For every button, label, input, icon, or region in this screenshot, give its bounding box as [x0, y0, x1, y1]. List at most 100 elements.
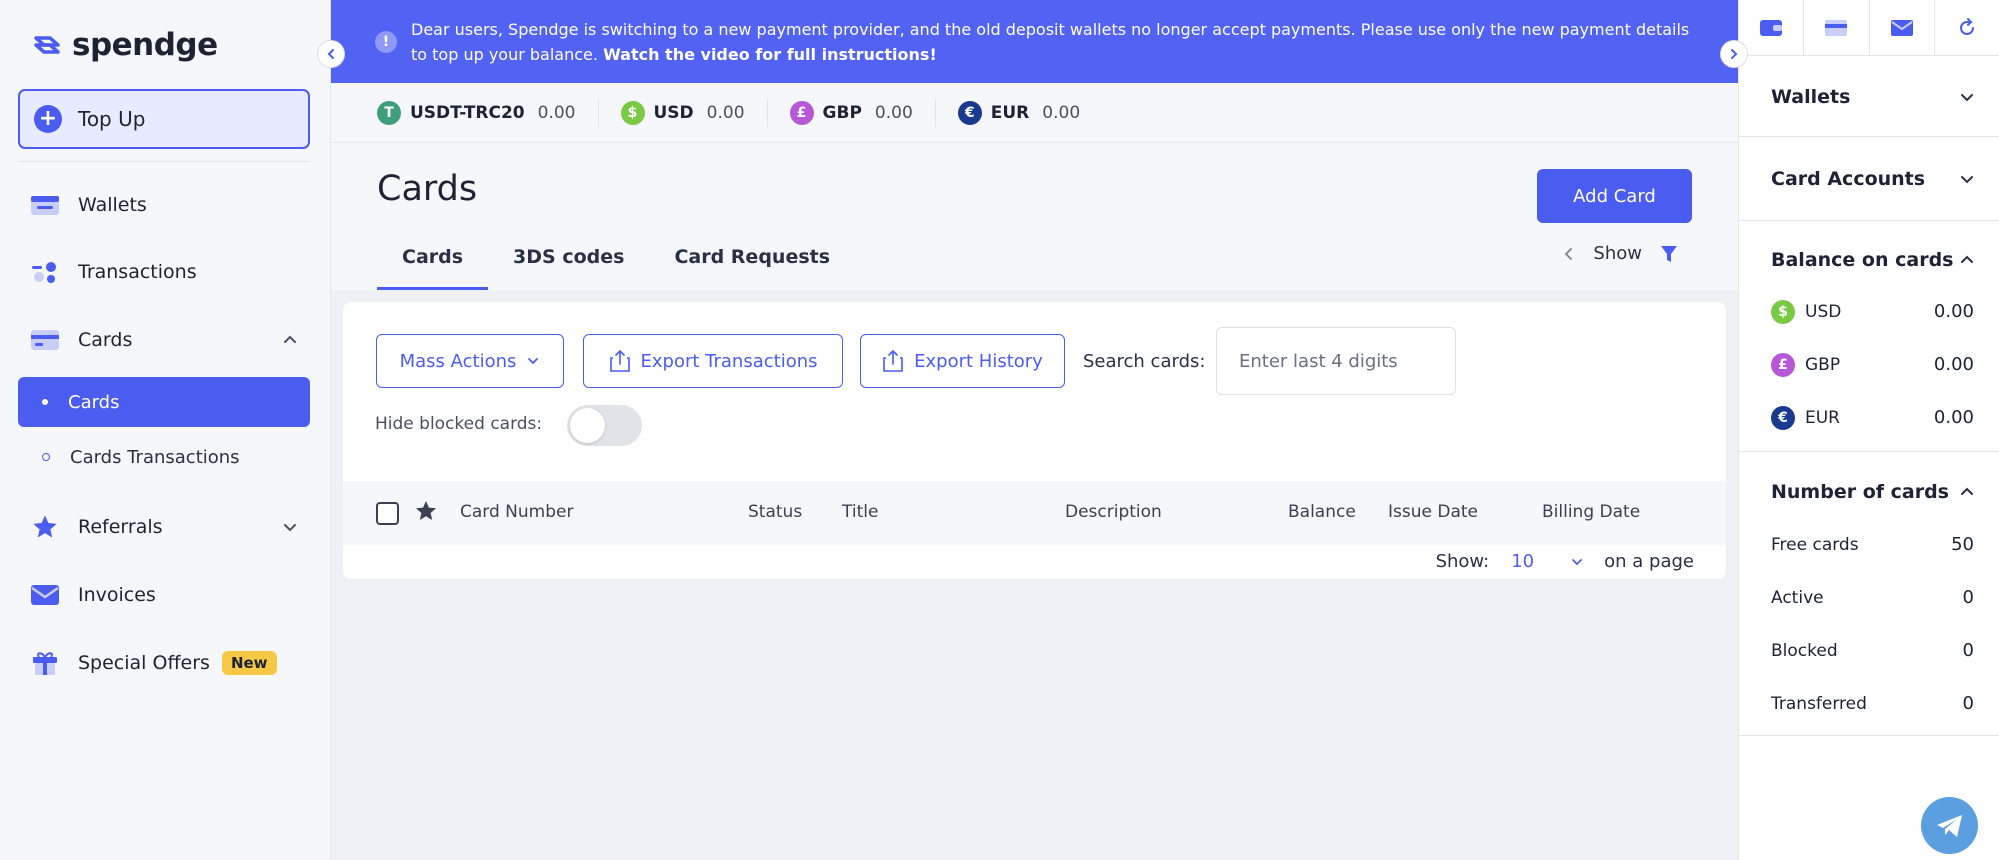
right-tab-wallets[interactable]	[1739, 0, 1805, 55]
export-history-label: Export History	[914, 350, 1043, 372]
sidebar-item-invoices[interactable]: Invoices	[18, 571, 310, 619]
sidebar-item-label: Special Offers	[78, 652, 210, 674]
card-icon	[1825, 19, 1848, 36]
tab-3ds-codes[interactable]: 3DS codes	[488, 223, 649, 290]
balance-name: GBP	[822, 102, 862, 123]
add-card-button[interactable]: Add Card	[1537, 169, 1692, 223]
right-panel-tabs	[1739, 0, 1999, 56]
top-up-button[interactable]: + Top Up	[18, 89, 310, 149]
balance-strip: T USDT-TRC20 0.00 $ USD 0.00 £ GBP 0.00 …	[331, 83, 1738, 143]
sidebar-item-wallets[interactable]: Wallets	[18, 181, 310, 229]
balance-amount: 0.00	[1933, 407, 1974, 428]
refresh-icon	[1959, 17, 1974, 35]
pager-show-label: Show:	[1435, 551, 1490, 572]
cards-count-value: 50	[1951, 534, 1974, 555]
eur-icon: €	[957, 100, 982, 125]
logo[interactable]: spendge	[30, 25, 218, 65]
cards-panel: Mass Actions Export Transactions Export …	[343, 302, 1726, 579]
show-filter[interactable]: Show	[1563, 243, 1678, 264]
wallet-icon	[30, 190, 60, 220]
bullet-icon	[42, 453, 50, 461]
column-issue-date[interactable]: Issue Date	[1388, 502, 1478, 522]
telegram-chat-button[interactable]	[1921, 797, 1978, 854]
info-icon: !	[375, 30, 397, 53]
cards-count-label: Free cards	[1771, 534, 1859, 555]
sidebar: spendge + Top Up Wallets Transactions Ca…	[0, 0, 331, 860]
show-label: Show	[1593, 243, 1642, 264]
column-billing-date[interactable]: Billing Date	[1542, 502, 1640, 522]
cards-count-blocked: Blocked 0	[1739, 624, 1999, 677]
page-header: Cards Add Card Cards 3DS codes Card Requ…	[331, 143, 1738, 290]
chevron-up-icon	[1961, 487, 1973, 495]
cards-count-value: 0	[1962, 693, 1974, 714]
balance-row-gbp: £ GBP 0.00	[1739, 338, 1999, 391]
mass-actions-dropdown[interactable]: Mass Actions	[376, 334, 564, 388]
usd-icon: $	[620, 100, 645, 125]
right-tab-cards[interactable]	[1804, 0, 1870, 55]
card-accounts-header[interactable]: Card Accounts	[1739, 137, 1999, 221]
column-status[interactable]: Status	[748, 502, 802, 522]
collapse-left-button[interactable]	[317, 40, 345, 68]
page-title: Cards	[377, 169, 478, 209]
tab-card-requests[interactable]: Card Requests	[649, 223, 855, 290]
export-icon	[883, 349, 903, 372]
column-balance[interactable]: Balance	[1288, 502, 1356, 522]
search-cards-label: Search cards:	[1083, 351, 1206, 372]
column-title[interactable]: Title	[842, 502, 878, 522]
column-card-number[interactable]: Card Number	[460, 502, 573, 522]
sidebar-item-special-offers[interactable]: Special Offers New	[18, 639, 310, 687]
sidebar-item-label: Wallets	[78, 194, 147, 216]
gbp-icon: £	[1771, 352, 1795, 377]
chevron-right-icon	[1731, 49, 1738, 59]
right-tab-refresh[interactable]	[1935, 0, 1999, 55]
sidebar-item-cards[interactable]: Cards	[18, 316, 310, 364]
per-page-select[interactable]: 10	[1511, 551, 1584, 572]
balance-row-usd: $ USD 0.00	[1739, 285, 1999, 338]
collapse-right-button[interactable]	[1720, 40, 1748, 68]
sidebar-item-label: Cards	[78, 329, 133, 351]
balance-value: 0.00	[874, 102, 913, 123]
banner-video-link[interactable]: Watch the video for full instructions!	[603, 45, 937, 64]
chevron-down-icon	[1961, 93, 1973, 101]
cards-count-label: Transferred	[1771, 693, 1867, 714]
chevron-down-icon	[284, 524, 296, 532]
export-history-button[interactable]: Export History	[860, 334, 1065, 388]
balance-name: USDT-TRC20	[410, 102, 525, 123]
sidebar-item-transactions[interactable]: Transactions	[18, 248, 310, 296]
wallets-header[interactable]: Wallets	[1739, 56, 1999, 137]
per-page-value: 10	[1511, 551, 1535, 572]
right-tab-invoices[interactable]	[1870, 0, 1935, 55]
search-cards-input[interactable]	[1216, 327, 1456, 395]
plus-icon: +	[34, 105, 62, 133]
eur-icon: €	[1771, 405, 1795, 430]
balance-value: 0.00	[1042, 102, 1081, 123]
balance-currency: EUR	[1805, 407, 1840, 428]
right-panel: Wallets Card Accounts Balance on cards $…	[1738, 0, 1999, 860]
export-transactions-button[interactable]: Export Transactions	[583, 334, 843, 388]
cards-count-value: 0	[1962, 640, 1974, 661]
hide-blocked-toggle[interactable]	[567, 405, 642, 446]
chevron-left-icon	[327, 49, 334, 59]
tab-cards[interactable]: Cards	[377, 223, 489, 290]
cards-count-value: 0	[1962, 587, 1974, 608]
mass-actions-label: Mass Actions	[399, 350, 517, 372]
sidebar-item-label: Transactions	[78, 261, 197, 283]
sidebar-item-label: Invoices	[78, 584, 156, 606]
column-description[interactable]: Description	[1065, 502, 1162, 522]
sidebar-item-referrals[interactable]: Referrals	[18, 503, 310, 551]
wallet-icon	[1760, 19, 1783, 36]
balance-eur: € EUR 0.00	[957, 99, 1102, 127]
sidebar-subitem-cards[interactable]: Cards	[18, 377, 310, 427]
cards-count-label: Blocked	[1771, 640, 1838, 661]
mail-icon	[1890, 19, 1913, 36]
card-accounts-section: Card Accounts	[1739, 137, 1999, 221]
select-all-checkbox[interactable]	[376, 502, 399, 525]
logo-text: spendge	[72, 27, 218, 63]
star-icon[interactable]	[414, 499, 438, 523]
cards-count-active: Active 0	[1739, 571, 1999, 624]
chevron-left-icon	[1565, 247, 1573, 260]
wallets-section: Wallets	[1739, 56, 1999, 137]
sidebar-subitem-cards-transactions[interactable]: Cards Transactions	[18, 432, 310, 482]
balance-value: 0.00	[537, 102, 576, 123]
announcement-banner: ! Dear users, Spendge is switching to a …	[331, 0, 1738, 83]
